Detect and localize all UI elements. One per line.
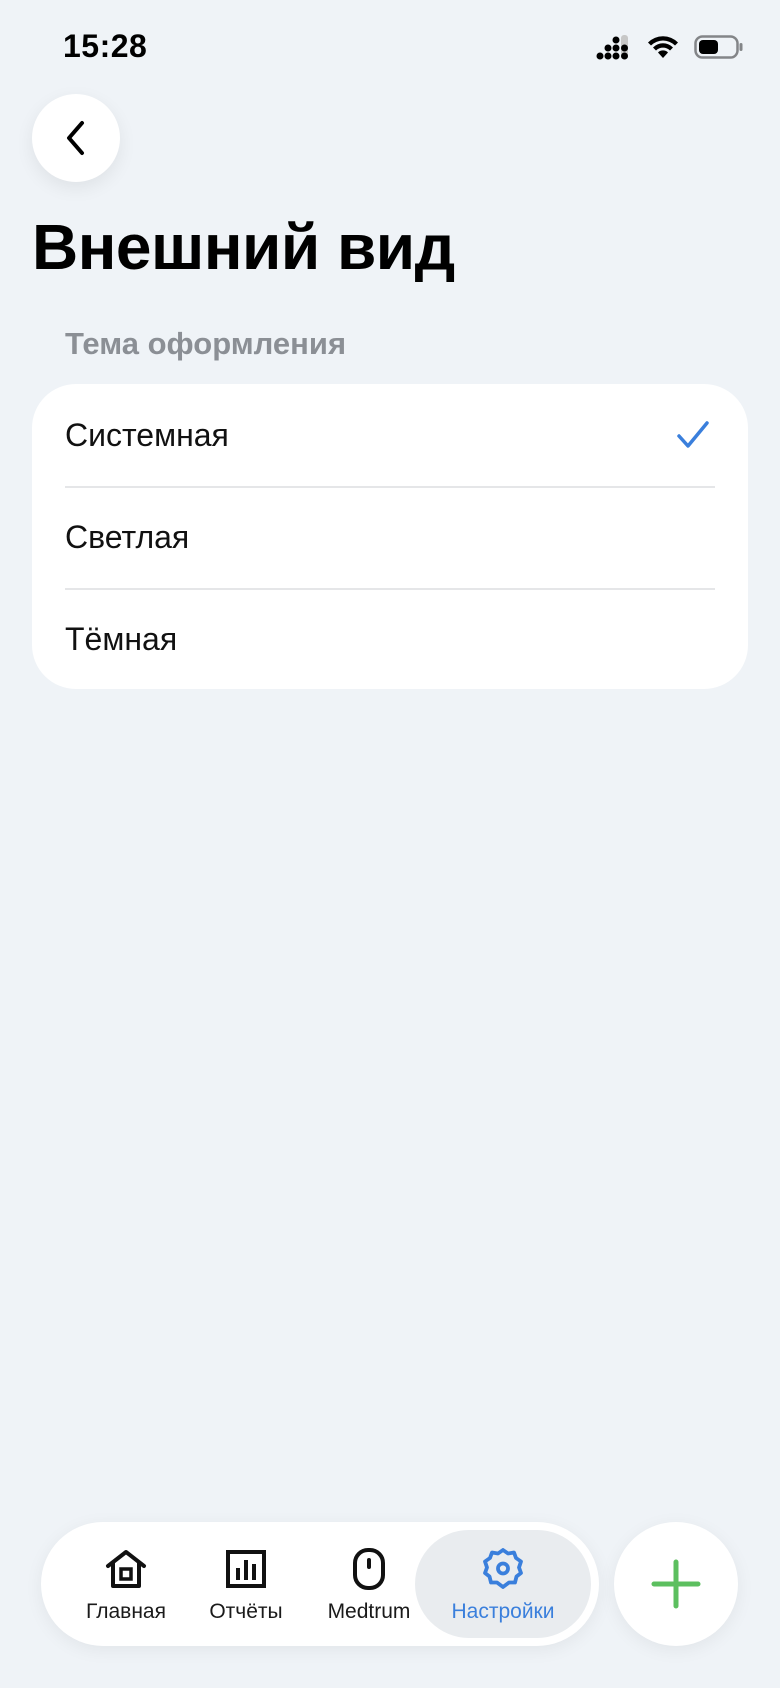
page-title: Внешний вид [32,211,455,283]
option-label: Тёмная [65,620,178,657]
status-time: 15:28 [63,28,148,64]
option-label: Системная [65,416,229,453]
tab-label: Отчёты [209,1600,283,1623]
theme-option-light[interactable]: Светлая [32,486,748,588]
checkmark-icon [677,421,709,448]
tab-label: Medtrum [327,1600,411,1623]
status-bar: 15:28 [0,0,780,100]
tab-label: Главная [86,1600,166,1623]
section-label: Тема оформления [65,326,347,361]
tab-medtrum[interactable]: Medtrum [309,1530,429,1638]
tab-label: Настройки [451,1600,555,1623]
sensor-icon [353,1548,385,1590]
theme-option-dark[interactable]: Тёмная [32,588,748,689]
status-icons [596,34,744,60]
tab-bar: Главная Отчёты Medtrum Настройки [41,1522,599,1646]
plus-icon [651,1559,701,1609]
home-icon [106,1550,146,1588]
cellular-signal-icon [596,35,628,60]
theme-options-card: Системная Светлая Тёмная [32,384,748,689]
option-label: Светлая [65,518,190,555]
tab-home[interactable]: Главная [71,1530,181,1638]
tab-settings[interactable]: Настройки [415,1530,591,1638]
back-button[interactable] [32,94,120,182]
chevron-left-icon [67,121,84,155]
add-button[interactable] [614,1522,738,1646]
theme-option-system[interactable]: Системная [32,384,748,486]
gear-icon [483,1548,523,1589]
bar-chart-icon [226,1550,266,1588]
battery-icon [694,35,743,59]
tab-reports[interactable]: Отчёты [191,1530,301,1638]
wifi-icon [648,36,678,58]
